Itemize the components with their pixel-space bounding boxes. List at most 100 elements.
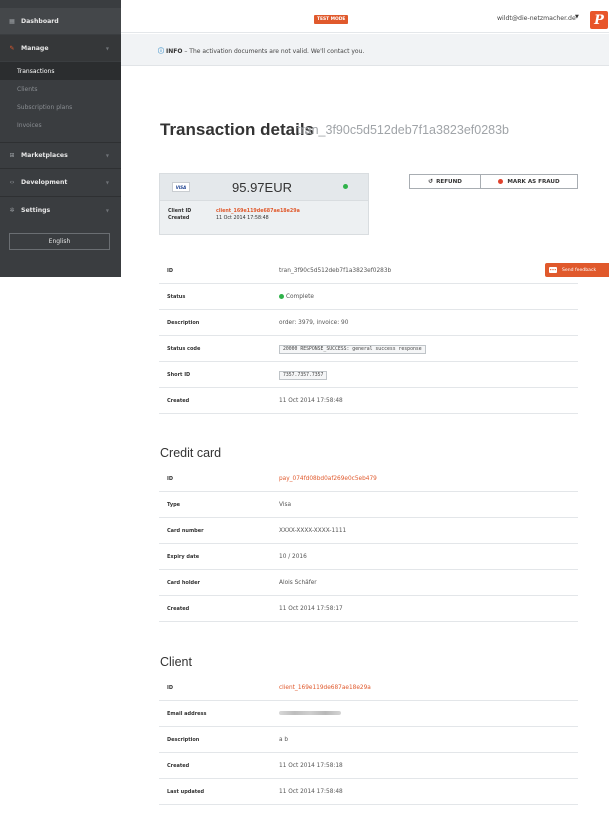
row-value: 11 Oct 2014 17:58:18 [279,762,343,769]
table-row: Description order: 3979, invoice: 90 [159,310,578,336]
row-value: a b [279,736,289,743]
sidebar-item-invoices[interactable]: Invoices [0,116,121,134]
sidebar-item-label: Development [21,178,68,186]
sidebar-item-marketplaces[interactable]: ⊞ Marketplaces ▼ [0,143,121,167]
chevron-down-icon: ▼ [105,45,109,51]
divider [0,168,121,169]
row-label: ID [167,267,174,274]
created-value: 11 Oct 2014 17:58:48 [216,216,269,221]
user-menu[interactable]: wildt@die-netzmacher.de [497,15,576,22]
sidebar-item-subscription-plans[interactable]: Subscription plans [0,98,121,116]
visa-card-icon: VISA [172,182,190,192]
sidebar-item-dashboard[interactable]: ▦ Dashboard [0,8,121,34]
row-label: Expiry date [167,553,200,560]
row-label: Short ID [167,371,191,378]
row-label: Last updated [167,788,205,795]
row-label: ID [167,475,174,482]
table-row: Card number XXXX-XXXX-XXXX-1111 [159,518,578,544]
client-id-link[interactable]: client_169e119de687ae18e29a [216,209,300,214]
row-label: Description [167,736,200,743]
row-label: Card holder [167,579,200,586]
row-value: order: 3979, invoice: 90 [279,319,349,326]
table-row: Description a b [159,727,578,753]
divider [0,196,121,197]
table-row: Status Complete [159,284,578,310]
gear-icon: ✲ [9,206,15,214]
table-row: Created 11 Oct 2014 17:58:18 [159,753,578,779]
client-id-link[interactable]: client_169e119de687ae18e29a [279,685,371,691]
table-row: Created 11 Oct 2014 17:58:48 [159,388,578,414]
info-text: – The activation documents are not valid… [184,48,365,55]
undo-icon: ↺ [428,178,434,185]
row-value: 11 Oct 2014 17:58:48 [279,788,343,795]
redacted-email [279,711,341,715]
row-label: Description [167,319,200,326]
chevron-down-icon: ▼ [105,152,109,158]
sidebar-item-label: Settings [21,206,51,214]
mark-as-fraud-button[interactable]: MARK AS FRAUD [480,174,578,189]
chevron-down-icon: ▼ [105,207,109,213]
status-text: Complete [286,293,314,300]
table-row: ID pay_074fd08bd0af269e0c5eb479 [159,466,578,492]
alert-icon [498,179,504,184]
sidebar-item-clients[interactable]: Clients [0,80,121,98]
pencil-icon: ✎ [9,44,15,52]
sidebar: ▦ Dashboard ✎ Manage ▼ Transactions Clie… [0,0,121,277]
created-label: Created [168,216,190,221]
info-message: ⓘ INFO – The activation documents are not… [158,46,364,55]
refund-label: REFUND [436,178,462,185]
table-row: ID tran_3f90c5d512deb7f1a3823ef0283b [159,258,578,284]
row-value: 11 Oct 2014 17:58:48 [279,397,343,404]
sidebar-item-manage[interactable]: ✎ Manage ▼ [0,35,121,61]
transaction-amount: 95.97EUR [232,180,292,195]
row-value: 20000 RESPONSE_SUCCESS: general success … [279,344,426,354]
sidebar-item-transactions[interactable]: Transactions [0,62,121,80]
credit-card-heading: Credit card [160,446,222,460]
table-row: Status code 20000 RESPONSE_SUCCESS: gene… [159,336,578,362]
row-value: tran_3f90c5d512deb7f1a3823ef0283b [279,267,392,274]
table-row: Expiry date 10 / 2016 [159,544,578,570]
caret-down-icon[interactable]: ▼ [575,14,579,20]
row-value: 10 / 2016 [279,553,307,560]
status-complete-icon [279,293,284,299]
chevron-down-icon: ▼ [105,179,109,185]
client-heading: Client [160,655,192,669]
row-value: Alois Schäfer [279,579,317,586]
test-mode-badge: TEST MODE [314,15,349,24]
sidebar-item-label: Marketplaces [21,151,68,159]
status-value: Complete [279,293,314,300]
row-label: Email address [167,710,207,717]
language-button[interactable]: English [9,233,110,250]
row-label: Status code [167,345,201,352]
code-icon: ‹› [9,178,15,186]
short-id-box: 7357.7357.7357 [279,370,328,380]
payment-id-link[interactable]: pay_074fd08bd0af269e0c5eb479 [279,476,377,482]
transaction-id-subtitle: tran_3f90c5d512deb7f1a3823ef0283b [297,123,510,137]
row-label: Created [167,762,190,769]
sidebar-item-label: Dashboard [21,17,59,25]
table-row: Short ID 7357.7357.7357 [159,362,578,388]
row-value: XXXX-XXXX-XXXX-1111 [279,527,347,534]
status-success-icon [343,184,348,189]
row-label: Status [167,293,186,300]
refund-button[interactable]: ↺ REFUND [409,174,481,189]
table-row: Email address [159,701,578,727]
sidebar-item-settings[interactable]: ✲ Settings ▼ [0,198,121,222]
transaction-summary-card: VISA 95.97EUR Client ID client_169e119de… [159,173,369,235]
row-label: Created [167,397,190,404]
sidebar-item-label: Manage [21,44,49,52]
row-value [279,711,341,717]
client-id-label: Client ID [168,209,192,214]
row-label: Card number [167,527,204,534]
dashboard-icon: ▦ [9,17,15,25]
paymill-logo[interactable]: P [590,11,608,29]
row-value: Visa [279,501,292,508]
row-value: 7357.7357.7357 [279,370,328,380]
sidebar-item-development[interactable]: ‹› Development ▼ [0,170,121,194]
row-label: Type [167,501,181,508]
table-row: ID client_169e119de687ae18e29a [159,675,578,701]
table-row: Last updated 11 Oct 2014 17:58:48 [159,779,578,805]
page-title: Transaction details [160,120,314,139]
info-label: INFO [166,48,183,55]
table-row: Created 11 Oct 2014 17:58:17 [159,596,578,622]
